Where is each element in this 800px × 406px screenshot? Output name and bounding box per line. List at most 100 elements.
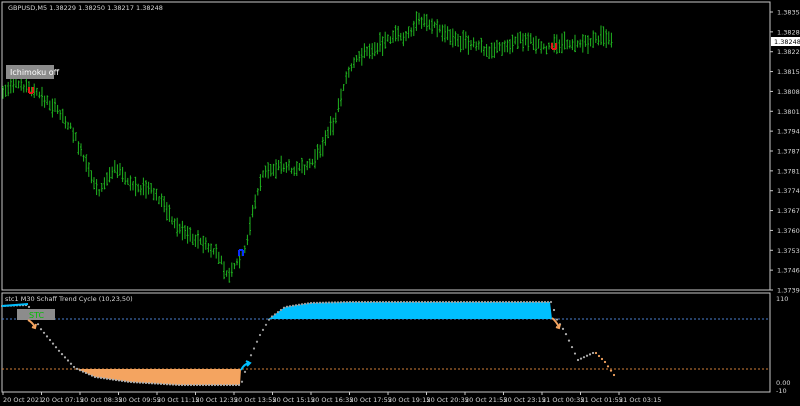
stc-dot: [564, 333, 568, 336]
stc-dot: [273, 313, 277, 316]
stc-dot: [171, 383, 175, 386]
stc-dot: [516, 300, 520, 304]
time-axis-label: 20 Oct 08:35: [80, 396, 122, 404]
stc-dot: [138, 381, 142, 384]
stc-dot: [303, 302, 307, 305]
stc-dot: [111, 378, 115, 381]
price-axis-label: 1.38015: [777, 108, 800, 116]
indicator-axis-label-top: 110: [776, 295, 788, 303]
stc-dot: [588, 353, 592, 356]
stc-dot: [180, 383, 184, 387]
stc-dot: [204, 383, 208, 387]
stc-dot: [426, 300, 430, 304]
stc-dot: [192, 383, 196, 387]
stc-dot: [423, 300, 427, 304]
stc-dot: [576, 358, 580, 362]
stc-dot: [600, 357, 604, 361]
stc-dot: [597, 354, 601, 358]
stc-dot: [132, 381, 136, 384]
stc-dot: [612, 373, 616, 377]
stc-dot: [327, 301, 331, 304]
stc-dot: [42, 331, 46, 334]
stc-dot: [510, 300, 514, 304]
stc-dot: [168, 383, 172, 386]
stc-dot: [561, 327, 565, 330]
ichimoku-toggle-button[interactable]: Ichimoku off: [6, 65, 60, 79]
stc-dot: [474, 300, 478, 304]
stc-dot: [384, 300, 388, 304]
stc-dot: [297, 303, 301, 306]
stc-dot: [402, 300, 406, 304]
stc-dot: [507, 300, 511, 304]
stc-dot: [336, 301, 340, 304]
stc-dot: [531, 300, 535, 304]
stc-dot: [477, 300, 481, 304]
price-axis-label: 1.38220: [777, 48, 800, 56]
price-axis-label: 1.38285: [777, 28, 800, 36]
stc-dot: [486, 300, 490, 304]
stc-dot: [57, 349, 61, 352]
stc-dot: [144, 381, 148, 385]
stc-dot: [231, 383, 235, 387]
time-axis-label: 20 Oct 11:15: [157, 396, 199, 404]
stc-dot: [141, 381, 145, 384]
stc-dot: [198, 383, 202, 387]
time-axis-label: 20 Oct 19:15: [388, 396, 430, 404]
stc-dot: [492, 300, 496, 304]
stc-dot: [525, 300, 529, 304]
stc-dot: [570, 345, 574, 349]
stc-dot: [126, 380, 130, 383]
stc-dot: [342, 301, 346, 304]
stc-dot: [417, 300, 421, 304]
stc-dot: [114, 378, 118, 382]
time-axis-label: 20 Oct 09:55: [119, 396, 161, 404]
current-price-tag: 1.38248: [771, 37, 800, 46]
ichimoku-toggle-label: Ichimoku off: [10, 68, 60, 77]
price-axis-label: 1.37670: [777, 207, 800, 215]
stc-dot: [549, 300, 553, 304]
stc-dot: [324, 301, 328, 304]
stc-dot: [450, 300, 454, 304]
stc-dot: [81, 370, 85, 373]
stc-dot: [36, 323, 40, 326]
stc-dot: [594, 351, 598, 355]
stc-dot: [264, 323, 268, 326]
stc-dot: [90, 374, 94, 377]
stc-dot: [351, 300, 355, 304]
stc-dot: [363, 300, 367, 304]
stc-dot: [147, 382, 151, 385]
stc-dot: [108, 378, 112, 381]
price-axis-label: 1.37945: [777, 128, 800, 136]
stc-dot: [282, 306, 286, 309]
stc-dot: [321, 301, 325, 304]
time-axis-label: 20 Oct 07:15: [42, 396, 84, 404]
stc-dot: [318, 301, 322, 304]
stc-dot: [420, 300, 424, 304]
stc-dot: [609, 369, 613, 372]
stc-dot: [399, 300, 403, 304]
stc-down-arrow-icon: [27, 319, 37, 330]
stc-dot: [300, 303, 304, 306]
price-axis-label: 1.37395: [777, 287, 800, 295]
stc-dot: [174, 383, 178, 386]
stc-dot: [603, 360, 607, 364]
stc-dot: [393, 300, 397, 304]
stc-dot: [498, 300, 502, 304]
stc-dot: [354, 300, 358, 304]
stc-dot: [387, 300, 391, 304]
stc-dot: [375, 300, 379, 304]
stc-dot: [573, 352, 577, 355]
stc-dot: [378, 300, 382, 304]
stc-dot: [105, 377, 109, 380]
stc-dot: [63, 356, 67, 359]
stc-dot: [201, 383, 205, 387]
stc-badge-label: STC: [29, 311, 44, 320]
time-axis-label: 20 Oct 16:35: [311, 396, 353, 404]
stc-dot: [234, 383, 238, 387]
trading-chart[interactable]: GBPUSD,M5 1.38229 1.38250 1.38217 1.3824…: [0, 0, 800, 406]
stc-dot: [591, 351, 595, 355]
price-axis-label: 1.37875: [777, 148, 800, 156]
stc-dot: [177, 383, 181, 387]
stc-dot: [78, 369, 82, 372]
stc-dot: [225, 383, 229, 387]
